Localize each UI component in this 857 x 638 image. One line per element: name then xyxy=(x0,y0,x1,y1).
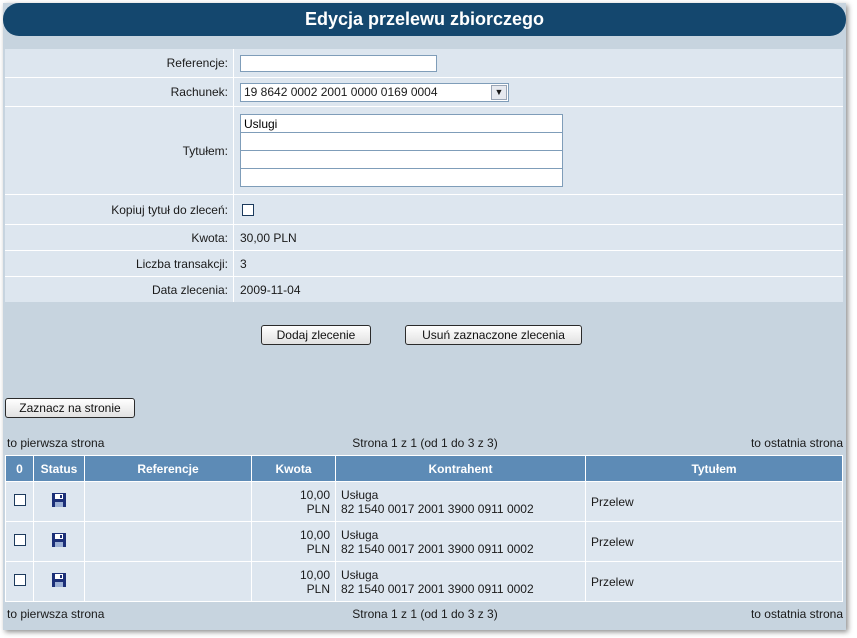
col-header-status[interactable]: Status xyxy=(33,455,85,482)
col-header-contractor[interactable]: Kontrahent xyxy=(335,455,586,482)
row-currency: PLN xyxy=(306,541,330,556)
col-header-title[interactable]: Tytułem xyxy=(585,455,843,482)
copy-title-checkbox[interactable] xyxy=(242,203,254,216)
account-label: Rachunek: xyxy=(5,78,234,106)
row-contractor-name: Usługa xyxy=(341,527,379,542)
reference-input[interactable] xyxy=(240,54,437,72)
tx-count-label: Liczba transakcji: xyxy=(5,251,234,276)
transfer-edit-panel: Edycja przelewu zbiorczego Referencje: R… xyxy=(3,3,846,630)
title-row: Tytułem: xyxy=(5,106,843,194)
row-contractor-name: Usługa xyxy=(341,487,379,502)
row-contractor-account: 82 1540 0017 2001 3900 0911 0002 xyxy=(341,541,534,556)
row-contractor-account: 82 1540 0017 2001 3900 0911 0002 xyxy=(341,501,534,516)
col-header-amount[interactable]: Kwota xyxy=(251,455,336,482)
page-title: Edycja przelewu zbiorczego xyxy=(3,3,846,36)
title-inputs xyxy=(240,114,563,187)
table-header-row: 0 Status Referencje Kwota Kontrahent Tyt… xyxy=(5,455,843,482)
pager-bottom: to pierwsza strona Strona 1 z 1 (od 1 do… xyxy=(7,606,843,622)
tx-count-row: Liczba transakcji: 3 xyxy=(5,250,843,276)
order-date-value: 2009-11-04 xyxy=(240,282,301,297)
chevron-down-icon[interactable]: ▼ xyxy=(491,84,507,100)
floppy-disk-icon[interactable] xyxy=(52,533,66,547)
col-header-select[interactable]: 0 xyxy=(5,455,34,482)
last-page-link[interactable]: to ostatnia strona xyxy=(751,435,843,451)
order-date-label: Data zlecenia: xyxy=(5,277,234,302)
row-reference xyxy=(84,561,252,602)
col-header-reference[interactable]: Referencje xyxy=(84,455,252,482)
floppy-disk-icon[interactable] xyxy=(52,493,66,507)
table-row: 10,00 PLN Usługa 82 1540 0017 2001 3900 … xyxy=(5,481,843,522)
orders-table: 0 Status Referencje Kwota Kontrahent Tyt… xyxy=(5,455,843,602)
copy-title-label: Kopiuj tytuł do zleceń: xyxy=(5,195,234,224)
row-select-checkbox[interactable] xyxy=(13,534,26,546)
account-select-value: 19 8642 0002 2001 0000 0169 0004 xyxy=(244,85,438,99)
row-select-checkbox[interactable] xyxy=(13,494,26,506)
row-select-checkbox[interactable] xyxy=(13,574,26,586)
row-currency: PLN xyxy=(306,501,330,516)
page-info: Strona 1 z 1 (od 1 do 3 z 3) xyxy=(352,607,498,621)
amount-label: Kwota: xyxy=(5,225,234,250)
select-page-button[interactable]: Zaznacz na stronie xyxy=(5,398,135,418)
amount-value: 30,00 PLN xyxy=(240,230,297,245)
last-page-link[interactable]: to ostatnia strona xyxy=(751,606,843,622)
table-row: 10,00 PLN Usługa 82 1540 0017 2001 3900 … xyxy=(5,521,843,562)
row-contractor-name: Usługa xyxy=(341,567,379,582)
row-reference xyxy=(84,481,252,522)
row-amount: 10,00 xyxy=(299,567,330,582)
account-row: Rachunek: 19 8642 0002 2001 0000 0169 00… xyxy=(5,77,843,106)
amount-row: Kwota: 30,00 PLN xyxy=(5,224,843,250)
table-row: 10,00 PLN Usługa 82 1540 0017 2001 3900 … xyxy=(5,561,843,602)
title-line-2-input[interactable] xyxy=(240,132,563,151)
title-line-4-input[interactable] xyxy=(240,168,563,187)
reference-label: Referencje: xyxy=(5,49,234,77)
reference-row: Referencje: xyxy=(5,49,843,77)
order-date-row: Data zlecenia: 2009-11-04 xyxy=(5,276,843,302)
row-currency: PLN xyxy=(306,581,330,596)
row-contractor-account: 82 1540 0017 2001 3900 0911 0002 xyxy=(341,581,534,596)
delete-selected-button[interactable]: Usuń zaznaczone zlecenia xyxy=(405,325,582,345)
account-select[interactable]: 19 8642 0002 2001 0000 0169 0004 ▼ xyxy=(240,82,509,102)
row-title: Przelew xyxy=(585,481,843,522)
row-title: Przelew xyxy=(585,521,843,562)
row-title: Przelew xyxy=(585,561,843,602)
tx-count-value: 3 xyxy=(240,256,247,271)
page-info: Strona 1 z 1 (od 1 do 3 z 3) xyxy=(352,436,498,450)
title-line-3-input[interactable] xyxy=(240,150,563,169)
title-label: Tytułem: xyxy=(5,107,234,194)
pager-top: to pierwsza strona Strona 1 z 1 (od 1 do… xyxy=(7,435,843,451)
transfer-form: Referencje: Rachunek: 19 8642 0002 2001 … xyxy=(5,49,843,302)
row-amount: 10,00 xyxy=(299,487,330,502)
title-line-1-input[interactable] xyxy=(240,114,563,133)
add-order-button[interactable]: Dodaj zlecenie xyxy=(261,325,371,345)
copy-title-row: Kopiuj tytuł do zleceń: xyxy=(5,194,843,224)
row-amount: 10,00 xyxy=(299,527,330,542)
floppy-disk-icon[interactable] xyxy=(52,573,66,587)
row-reference xyxy=(84,521,252,562)
